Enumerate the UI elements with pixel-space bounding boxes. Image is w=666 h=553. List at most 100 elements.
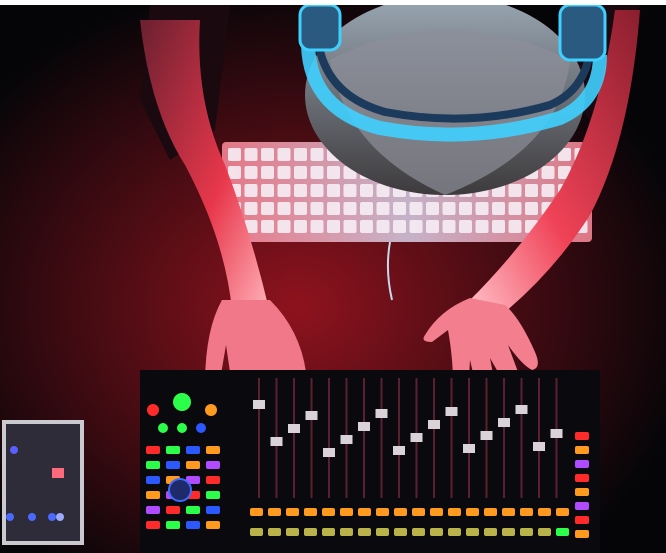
fader-cap[interactable]	[323, 448, 335, 457]
jog-wheel[interactable]	[168, 478, 192, 502]
control-button[interactable]	[575, 460, 589, 468]
stop-button[interactable]	[205, 404, 217, 416]
control-button[interactable]	[575, 432, 589, 440]
fader-cap[interactable]	[515, 405, 528, 414]
channel-led[interactable]	[286, 508, 299, 516]
fader-cap[interactable]	[445, 407, 458, 416]
nav-center-button[interactable]	[177, 423, 187, 433]
keyboard-key	[310, 184, 324, 197]
control-button[interactable]	[166, 521, 180, 529]
channel-led[interactable]	[502, 528, 515, 536]
channel-led[interactable]	[250, 528, 263, 536]
control-button[interactable]	[146, 491, 160, 499]
fader-cap[interactable]	[550, 429, 563, 438]
control-button[interactable]	[575, 530, 589, 538]
fader-cap[interactable]	[270, 437, 283, 446]
channel-led[interactable]	[322, 528, 335, 536]
channel-led[interactable]	[520, 508, 533, 516]
channel-led[interactable]	[304, 508, 317, 516]
nav-right-button[interactable]	[196, 423, 206, 433]
control-button[interactable]	[206, 446, 220, 454]
channel-led[interactable]	[268, 508, 281, 516]
channel-led[interactable]	[430, 508, 443, 516]
channel-led[interactable]	[466, 508, 479, 516]
fader-cap[interactable]	[253, 400, 265, 409]
keyboard-key	[294, 166, 307, 179]
control-button[interactable]	[575, 474, 589, 482]
control-button[interactable]	[166, 506, 180, 514]
channel-led[interactable]	[538, 508, 551, 516]
keyboard-key	[442, 202, 456, 215]
fader-cap[interactable]	[533, 442, 545, 451]
channel-led[interactable]	[376, 528, 389, 536]
keyboard-key	[228, 166, 241, 179]
control-button[interactable]	[186, 446, 200, 454]
control-button[interactable]	[146, 461, 160, 469]
fader-cap[interactable]	[305, 411, 318, 420]
fader-cap[interactable]	[375, 409, 388, 418]
keyboard-key	[459, 220, 472, 233]
keyboard-key	[442, 220, 456, 233]
fader-cap[interactable]	[340, 435, 353, 444]
fader-cap[interactable]	[393, 446, 405, 455]
control-button[interactable]	[575, 502, 589, 510]
control-button[interactable]	[206, 461, 220, 469]
channel-led[interactable]	[448, 528, 461, 536]
control-button[interactable]	[575, 488, 589, 496]
channel-led[interactable]	[304, 528, 317, 536]
channel-led[interactable]	[268, 528, 281, 536]
control-button[interactable]	[186, 521, 200, 529]
channel-led[interactable]	[484, 508, 497, 516]
fader-cap[interactable]	[358, 422, 370, 431]
control-button[interactable]	[166, 446, 180, 454]
channel-led[interactable]	[322, 508, 335, 516]
fader-cap[interactable]	[498, 418, 510, 427]
channel-led[interactable]	[376, 508, 389, 516]
fader-track	[258, 378, 260, 498]
channel-led[interactable]	[412, 508, 425, 516]
channel-led[interactable]	[286, 528, 299, 536]
play-button[interactable]	[173, 393, 191, 411]
channel-led[interactable]	[502, 508, 515, 516]
control-button[interactable]	[575, 516, 589, 524]
nav-left-button[interactable]	[158, 423, 168, 433]
control-button[interactable]	[206, 476, 220, 484]
channel-led[interactable]	[484, 528, 497, 536]
control-button[interactable]	[575, 446, 589, 454]
channel-led[interactable]	[556, 528, 569, 536]
keyboard-key	[393, 202, 406, 215]
control-button[interactable]	[146, 476, 160, 484]
control-button[interactable]	[186, 461, 200, 469]
control-button[interactable]	[186, 506, 200, 514]
channel-led[interactable]	[340, 528, 353, 536]
control-button[interactable]	[146, 446, 160, 454]
control-button[interactable]	[206, 521, 220, 529]
control-button[interactable]	[146, 506, 160, 514]
fader-cap[interactable]	[428, 420, 440, 429]
control-button[interactable]	[166, 461, 180, 469]
channel-led[interactable]	[340, 508, 353, 516]
channel-led[interactable]	[394, 528, 407, 536]
channel-led[interactable]	[430, 528, 443, 536]
channel-led[interactable]	[448, 508, 461, 516]
fader-cap[interactable]	[480, 431, 493, 440]
control-button[interactable]	[146, 521, 160, 529]
keyboard-key	[277, 220, 291, 233]
channel-led[interactable]	[358, 508, 371, 516]
keyboard-key	[426, 220, 439, 233]
channel-led[interactable]	[466, 528, 479, 536]
control-button[interactable]	[206, 491, 220, 499]
channel-led[interactable]	[520, 528, 533, 536]
channel-led[interactable]	[556, 508, 569, 516]
fader-cap[interactable]	[288, 424, 300, 433]
channel-led[interactable]	[412, 528, 425, 536]
channel-led[interactable]	[358, 528, 371, 536]
keyboard-key	[360, 220, 373, 233]
fader-cap[interactable]	[463, 444, 475, 453]
channel-led[interactable]	[250, 508, 263, 516]
record-button[interactable]	[147, 404, 159, 416]
fader-cap[interactable]	[410, 433, 423, 442]
channel-led[interactable]	[538, 528, 551, 536]
control-button[interactable]	[206, 506, 220, 514]
channel-led[interactable]	[394, 508, 407, 516]
